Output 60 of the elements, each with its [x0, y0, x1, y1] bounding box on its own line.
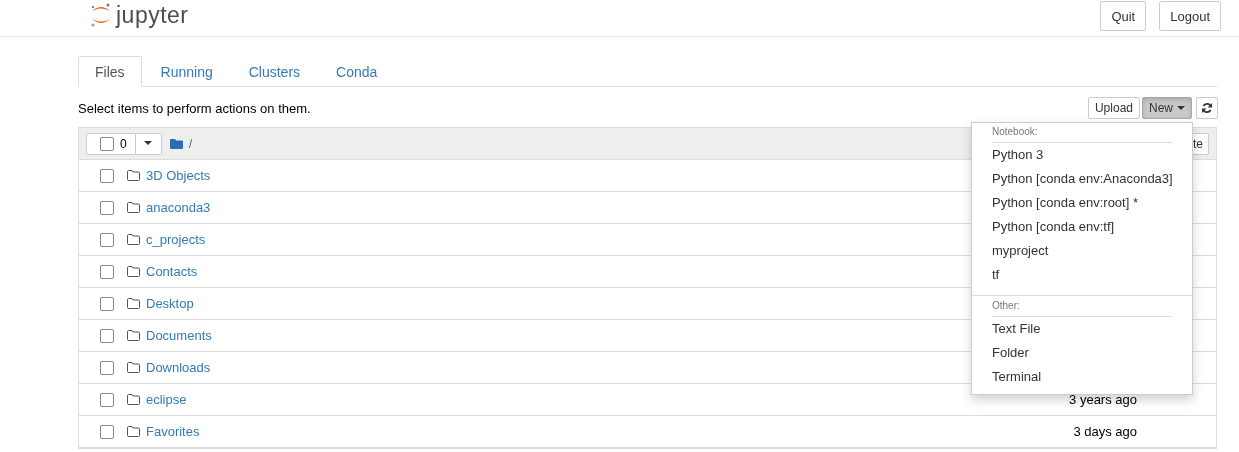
header-button[interactable]: Logout [1159, 1, 1221, 31]
tab[interactable]: Files [78, 56, 142, 87]
menu-item[interactable]: Python [conda env:Anaconda3] [972, 167, 1192, 191]
menu-section-header: Other: [992, 299, 1172, 317]
hint-text: Select items to perform actions on them. [78, 100, 311, 116]
row-checkbox[interactable] [100, 264, 114, 279]
row-checkbox[interactable] [100, 200, 114, 215]
menu-item[interactable]: Terminal [972, 365, 1192, 389]
folder-link[interactable]: eclipse [146, 392, 187, 407]
folder-icon [127, 330, 140, 341]
row-checkbox[interactable] [100, 328, 114, 343]
folder-icon [127, 298, 140, 309]
row-checkbox[interactable] [100, 232, 114, 247]
row-checkbox[interactable] [100, 424, 114, 439]
folder-icon [127, 394, 140, 405]
menu-item[interactable]: tf [972, 263, 1192, 287]
row-checkbox[interactable] [100, 296, 114, 311]
folder-link[interactable]: Desktop [146, 296, 194, 311]
tab[interactable]: Conda [319, 56, 395, 87]
breadcrumb-link[interactable]: / [188, 136, 193, 151]
row-checkbox[interactable] [100, 168, 114, 183]
menu-item[interactable]: Text File [972, 317, 1192, 341]
folder-link[interactable]: anaconda3 [146, 200, 211, 215]
folder-icon [169, 138, 183, 149]
refresh-button[interactable] [1196, 97, 1218, 119]
folder-icon [127, 170, 140, 181]
row-checkbox[interactable] [100, 392, 114, 407]
tab[interactable]: Running [143, 56, 230, 87]
folder-link[interactable]: Favorites [146, 424, 200, 439]
folder-icon [127, 202, 140, 213]
menu-item[interactable]: Python 3 [972, 143, 1192, 167]
modified-time: 3 years ago [1069, 392, 1137, 407]
select-dropdown-button[interactable] [135, 132, 162, 155]
header-button[interactable]: Quit [1100, 1, 1147, 31]
menu-item[interactable]: Python [conda env:root] * [972, 191, 1192, 215]
jupyter-logo-icon [90, 2, 112, 28]
folder-icon [127, 266, 140, 277]
folder-icon [127, 234, 140, 245]
folder-link[interactable]: Downloads [146, 360, 211, 375]
menu-item[interactable]: Python [conda env:tf] [972, 215, 1192, 239]
folder-icon [127, 362, 140, 373]
select-all-checkbox[interactable]: 0 [86, 132, 136, 155]
logo-text: jupyter [116, 2, 189, 28]
caret-icon [144, 141, 153, 146]
refresh-icon [1201, 102, 1213, 114]
tab[interactable]: Clusters [231, 56, 318, 87]
folder-link[interactable]: Contacts [146, 264, 198, 279]
folder-link[interactable]: 3D Objects [146, 168, 211, 183]
upload-button[interactable]: Upload [1087, 97, 1140, 119]
new-button[interactable]: New [1142, 97, 1192, 119]
folder-link[interactable]: c_projects [146, 232, 206, 247]
row-checkbox[interactable] [100, 360, 114, 375]
modified-time: 3 days ago [1073, 424, 1137, 439]
menu-section-header: Notebook: [992, 125, 1172, 143]
menu-item[interactable]: myproject [972, 239, 1192, 263]
menu-item[interactable]: Folder [972, 341, 1192, 365]
caret-icon [1177, 105, 1185, 111]
folder-link[interactable]: Documents [146, 328, 212, 343]
folder-icon [127, 426, 140, 437]
selected-count: 0 [120, 136, 127, 151]
